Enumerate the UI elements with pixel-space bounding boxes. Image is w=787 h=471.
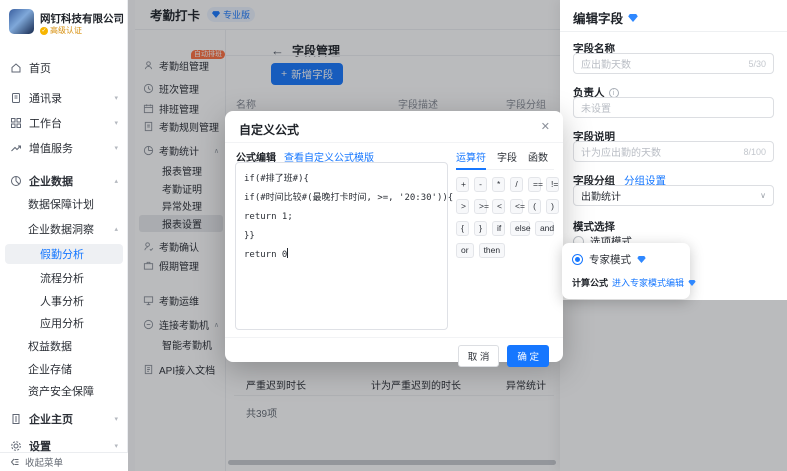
divider	[225, 142, 563, 143]
op-paren-close[interactable]: )	[546, 199, 559, 214]
op-gte[interactable]: >=	[474, 199, 487, 214]
char-counter: 5/30	[748, 59, 766, 69]
confirm-button[interactable]: 确 定	[507, 345, 549, 367]
op-or[interactable]: or	[456, 243, 474, 258]
op-multiply[interactable]: *	[492, 177, 505, 192]
contacts-icon	[10, 92, 22, 104]
collapse-menu-button[interactable]: 收起菜单	[0, 452, 128, 471]
org-switcher[interactable]: 网钉科技有限公司 ✓ 高级认证 ▾	[0, 0, 128, 48]
sidebar-item-asset-security[interactable]: 资产安全保障	[0, 381, 128, 401]
calc-formula-row: 计算公式 进入专家模式编辑	[572, 276, 696, 289]
sidebar-item-enterprise-data[interactable]: 企业数据▴	[0, 171, 128, 191]
tab-fields[interactable]: 字段	[497, 149, 517, 164]
sidebar-item-value-services[interactable]: 增值服务▾	[0, 138, 128, 158]
diamond-icon	[637, 256, 646, 263]
pie-chart-icon	[10, 175, 22, 187]
op-plus[interactable]: +	[456, 177, 469, 192]
dim-overlay	[560, 300, 787, 471]
op-if[interactable]: if	[492, 221, 505, 236]
sidebar-item-contacts[interactable]: 通讯录▾	[0, 88, 128, 108]
field-desc-input[interactable]: 计为应出勤的天数 8/100	[573, 141, 774, 162]
sidebar-item-app-analysis[interactable]: 应用分析	[0, 313, 128, 333]
field-group-select[interactable]: 出勤统计 ∨	[573, 185, 774, 206]
tab-operators[interactable]: 运算符	[456, 149, 486, 164]
app-sidebar: 网钉科技有限公司 ✓ 高级认证 ▾ 首页 通讯录▾ 工作台▾ 增值服务▾ 企业数…	[0, 0, 128, 471]
char-counter: 8/100	[743, 147, 766, 157]
op-divide[interactable]: /	[510, 177, 523, 192]
radio-on-icon	[572, 254, 583, 265]
chevron-down-icon: ▾	[116, 14, 120, 23]
company-logo	[9, 9, 34, 34]
custom-formula-modal: 自定义公式 ✕ 公式编辑 查看自定义公式模版 if(#排了班#){ if(#时间…	[225, 111, 563, 362]
company-name: 网钉科技有限公司	[40, 11, 124, 26]
drawer-title: 编辑字段	[573, 8, 638, 27]
op-lt[interactable]: <	[492, 199, 505, 214]
expert-mode-radio[interactable]: 专家模式	[572, 252, 646, 267]
op-equal[interactable]: ==	[528, 177, 541, 192]
cancel-button[interactable]: 取 消	[458, 345, 500, 367]
op-then[interactable]: then	[479, 243, 506, 258]
cert-medal-icon: ✓	[40, 27, 48, 35]
op-else[interactable]: else	[510, 221, 530, 236]
divider	[225, 337, 563, 338]
app-window: 网钉科技有限公司 ✓ 高级认证 ▾ 首页 通讯录▾ 工作台▾ 增值服务▾ 企业数…	[0, 0, 787, 471]
op-paren-open[interactable]: (	[528, 199, 541, 214]
modal-footer: 取 消 确 定	[458, 345, 549, 367]
enter-expert-mode-link[interactable]: 进入专家模式编辑	[612, 276, 684, 289]
text-cursor	[287, 248, 288, 258]
field-name-input[interactable]: 应出勤天数 5/30	[573, 53, 774, 74]
sidebar-item-workbench[interactable]: 工作台▾	[0, 113, 128, 133]
diamond-icon	[688, 280, 696, 286]
operator-tabs: 运算符 字段 函数	[456, 149, 554, 170]
sidebar-item-hr-analysis[interactable]: 人事分析	[0, 291, 128, 311]
divider	[560, 31, 787, 32]
op-brace-open[interactable]: {	[456, 221, 469, 236]
op-not-equal[interactable]: !=	[546, 177, 559, 192]
operator-panel: 运算符 字段 函数 + - * / == != > >= < <= ( )	[456, 149, 554, 258]
chevron-down-icon: ∨	[760, 191, 766, 200]
collapse-icon	[10, 457, 20, 467]
workbench-icon	[10, 117, 22, 129]
owner-input[interactable]: 未设置	[573, 97, 774, 118]
sidebar-item-company-homepage[interactable]: 企业主页▾	[0, 409, 128, 429]
sidebar-item-rights-data[interactable]: 权益数据	[0, 336, 128, 356]
building-icon	[10, 413, 22, 425]
expert-mode-spotlight: 专家模式 计算公式 进入专家模式编辑	[562, 243, 690, 299]
op-brace-close[interactable]: }	[474, 221, 487, 236]
sidebar-item-enterprise-storage[interactable]: 企业存储	[0, 359, 128, 379]
tab-functions[interactable]: 函数	[528, 149, 548, 164]
modal-title: 自定义公式	[239, 121, 299, 138]
diamond-icon	[628, 14, 638, 22]
op-minus[interactable]: -	[474, 177, 487, 192]
home-icon	[10, 62, 22, 74]
op-lte[interactable]: <=	[510, 199, 523, 214]
cert-badge: ✓ 高级认证	[40, 25, 82, 36]
sidebar-item-data-insight[interactable]: 企业数据洞察▴	[0, 219, 128, 239]
formula-editor[interactable]: if(#排了班#){ if(#时间比较#(最晚打卡时间, >=, '20:30'…	[235, 162, 448, 330]
gear-icon	[10, 440, 22, 452]
close-icon[interactable]: ✕	[541, 120, 550, 133]
sidebar-item-data-protection[interactable]: 数据保障计划	[0, 194, 128, 214]
mode-select-label: 模式选择	[573, 219, 615, 234]
sidebar-item-process-analysis[interactable]: 流程分析	[0, 268, 128, 288]
trend-icon	[10, 142, 22, 154]
edit-field-drawer: 编辑字段 字段名称 应出勤天数 5/30 负责人 i 未设置 字段说明 计为应出…	[560, 0, 787, 471]
info-icon[interactable]: i	[609, 88, 619, 98]
op-gt[interactable]: >	[456, 199, 469, 214]
sidebar-item-home[interactable]: 首页	[0, 58, 128, 78]
op-and[interactable]: and	[535, 221, 554, 236]
sidebar-item-attendance-analysis[interactable]: 假勤分析	[5, 244, 123, 264]
